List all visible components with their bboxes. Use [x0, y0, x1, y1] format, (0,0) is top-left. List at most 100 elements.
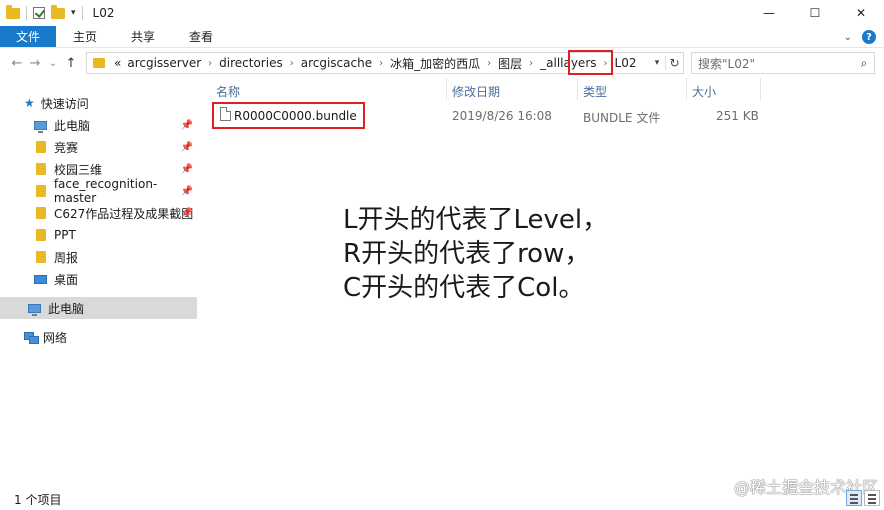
column-header-date[interactable]: 修改日期 [452, 82, 500, 100]
back-button[interactable]: ← [8, 56, 26, 71]
divider [26, 6, 27, 20]
column-divider[interactable] [446, 78, 447, 100]
pin-icon: 📌 [180, 207, 193, 219]
chevron-right-icon[interactable]: › [204, 58, 216, 69]
large-icons-view-icon[interactable] [864, 490, 880, 506]
search-placeholder: 搜索"L02" [698, 56, 755, 71]
file-highlight [212, 102, 365, 129]
minimize-button[interactable]: — [746, 0, 792, 26]
chevron-right-icon[interactable]: › [483, 58, 495, 69]
chevron-right-icon[interactable]: › [375, 58, 387, 69]
pin-icon: 📌 [180, 163, 193, 175]
sidebar-item-label: 桌面 [54, 272, 79, 287]
address-bar-actions: ▾ ↻ [649, 53, 683, 73]
file-type: BUNDLE 文件 [583, 111, 661, 125]
pc-icon [34, 120, 47, 133]
sidebar-item-label: C627作品过程及成果截图 [54, 206, 194, 221]
help-icon[interactable]: ? [862, 30, 876, 44]
sidebar-item-competition[interactable]: 竞赛 📌 [0, 136, 197, 158]
pc-icon [28, 303, 41, 316]
forward-button[interactable]: → [26, 56, 44, 71]
quick-access-toolbar: ▾ [0, 0, 83, 26]
sidebar-item-label: face_recognition-master [53, 177, 158, 205]
navigation-pane: ★ 快速访问 此电脑 📌 竞赛 📌 校园三维 📌 face_recognitio… [0, 78, 197, 483]
sidebar-item-label: 快速访问 [40, 96, 89, 111]
sidebar-item-weekly-report[interactable]: 周报 [0, 246, 197, 268]
breadcrumb-item[interactable]: arcgiscache [298, 56, 375, 70]
tab-home[interactable]: 主页 [56, 26, 114, 47]
pin-icon: 📌 [180, 185, 193, 197]
annotation-text: L开头的代表了Level， R开头的代表了row， C开头的代表了Col。 [343, 203, 608, 305]
column-divider[interactable] [686, 78, 687, 100]
sidebar-item-label: 竞赛 [54, 140, 79, 155]
sidebar-item-label: 此电脑 [54, 118, 91, 133]
annotation-line: C开头的代表了Col。 [343, 273, 585, 303]
details-view-icon[interactable] [846, 490, 862, 506]
tab-share[interactable]: 共享 [114, 26, 172, 47]
column-header-name[interactable]: 名称 [216, 82, 240, 100]
folder-icon [36, 141, 46, 153]
window-controls: — ☐ ✕ [746, 0, 884, 26]
folder-icon[interactable] [6, 4, 20, 19]
breadcrumb-item[interactable]: 冰箱_加密的西瓜 [387, 55, 483, 72]
annotation-line: L开头的代表了Level， [343, 205, 609, 235]
navigation-bar: ← → ⌄ ↑ « arcgisserver › directories › a… [0, 48, 884, 78]
maximize-button[interactable]: ☐ [792, 0, 838, 26]
star-icon: ★ [24, 96, 35, 110]
up-button[interactable]: ↑ [62, 56, 80, 71]
breadcrumb-overflow[interactable]: « [111, 56, 124, 70]
customize-toolbar-chevron-icon[interactable]: ▾ [71, 8, 76, 18]
column-header-type[interactable]: 类型 [583, 82, 607, 100]
divider [81, 6, 83, 20]
status-bar: 1 个项目 [0, 488, 884, 510]
sidebar-item-this-pc[interactable]: 此电脑 [0, 297, 197, 319]
file-size: 251 KB [716, 109, 759, 123]
chevron-right-icon[interactable]: › [525, 58, 537, 69]
sidebar-item-label: 周报 [54, 250, 79, 265]
chevron-right-icon[interactable]: › [286, 58, 298, 69]
breadcrumb-item[interactable]: directories [216, 56, 286, 70]
item-count: 1 个项目 [14, 492, 62, 507]
sidebar-item-face-recognition[interactable]: face_recognition-master 📌 [0, 177, 197, 205]
file-date: 2019/8/26 16:08 [452, 109, 552, 123]
properties-icon[interactable] [33, 7, 45, 19]
breadcrumb: « arcgisserver › directories › arcgiscac… [111, 55, 639, 72]
tab-file[interactable]: 文件 [0, 26, 57, 47]
current-folder-highlight [568, 50, 613, 75]
column-header-size[interactable]: 大小 [692, 82, 716, 100]
search-input[interactable]: 搜索"L02" ⌕ [691, 52, 875, 74]
column-divider[interactable] [577, 78, 578, 100]
folder-icon [36, 251, 46, 263]
expand-ribbon-chevron-icon[interactable]: ⌄ [844, 32, 852, 43]
sidebar-item-c627-screenshots[interactable]: C627作品过程及成果截图 📌 [0, 202, 197, 224]
close-button[interactable]: ✕ [838, 0, 884, 26]
recent-locations-chevron-icon[interactable]: ⌄ [44, 58, 62, 69]
address-dropdown-chevron-icon[interactable]: ▾ [649, 58, 665, 68]
sidebar-item-ppt[interactable]: PPT [0, 224, 197, 246]
view-switcher [846, 490, 880, 506]
folder-icon [36, 229, 46, 241]
refresh-icon[interactable]: ↻ [665, 56, 683, 70]
breadcrumb-current[interactable]: L02 [612, 56, 640, 70]
desktop-icon [34, 274, 47, 284]
pin-icon: 📌 [180, 119, 193, 131]
sidebar-item-network[interactable]: 网络 [0, 326, 197, 348]
sidebar-item-label: 校园三维 [54, 162, 103, 177]
window-title: L02 [92, 6, 115, 20]
sidebar-item-label: 此电脑 [48, 301, 85, 316]
sidebar-item-desktop[interactable]: 桌面 [0, 268, 197, 290]
ribbon-right-controls: ⌄ ? [844, 26, 876, 48]
tab-view[interactable]: 查看 [172, 26, 230, 47]
sidebar-item-quick-access[interactable]: ★ 快速访问 [0, 92, 197, 114]
folder-icon [36, 207, 46, 219]
sidebar-item-this-pc-pinned[interactable]: 此电脑 📌 [0, 114, 197, 136]
breadcrumb-item[interactable]: arcgisserver [124, 56, 204, 70]
pin-icon: 📌 [180, 141, 193, 153]
column-divider[interactable] [760, 78, 761, 100]
new-folder-icon[interactable] [51, 4, 65, 19]
search-icon[interactable]: ⌕ [854, 56, 874, 71]
network-icon [24, 331, 39, 344]
ribbon-tabs: 文件 主页 共享 查看 ⌄ ? [0, 26, 884, 48]
folder-icon [36, 163, 46, 175]
breadcrumb-item[interactable]: 图层 [495, 55, 525, 72]
